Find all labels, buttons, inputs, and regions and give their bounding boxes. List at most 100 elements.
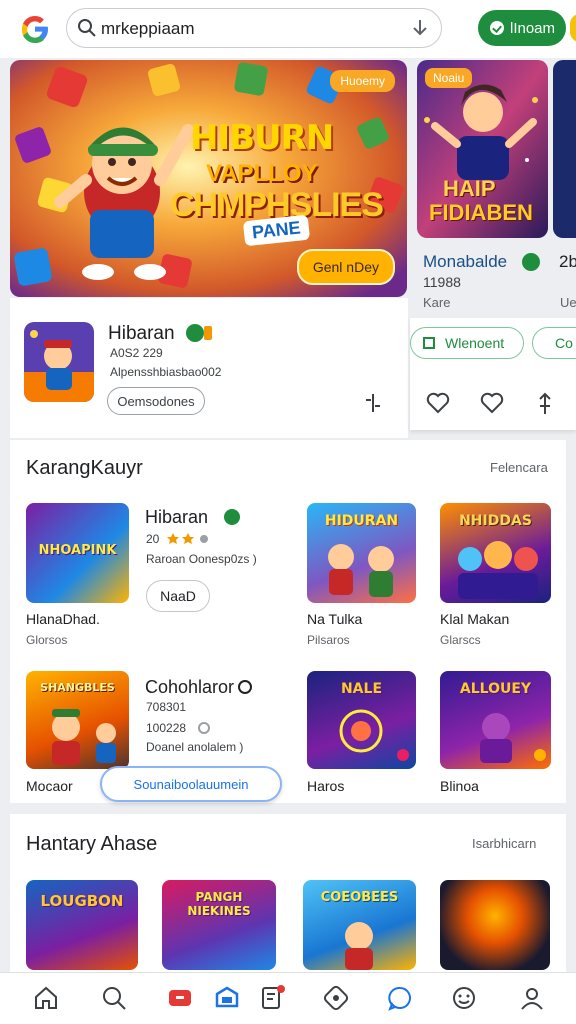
install-icon xyxy=(423,337,435,349)
tile-characters xyxy=(345,922,373,970)
chat-icon[interactable] xyxy=(386,984,414,1012)
side-app-category: Kare xyxy=(423,295,451,310)
next-app-name[interactable]: 2b xyxy=(559,252,576,272)
list-app-developer: Doanel anolalem ) xyxy=(146,740,244,754)
list-app-rating: 20 xyxy=(146,532,160,546)
section-title: Hantary Ahase xyxy=(26,833,158,855)
verified-icon xyxy=(522,253,540,271)
tile-name[interactable]: Mocaor xyxy=(26,778,73,794)
tile-art-text: HIDURAN xyxy=(324,513,399,529)
share-icon[interactable] xyxy=(363,392,383,414)
section-see-more[interactable]: Felencara xyxy=(490,460,548,475)
search-icon xyxy=(78,19,96,37)
list-app-meta: 708301 xyxy=(146,700,187,714)
app-tile[interactable]: SHANGBLES xyxy=(26,671,129,769)
tile-name[interactable]: Klal Makan xyxy=(440,611,509,627)
app-tile[interactable]: HIDURAN xyxy=(307,503,416,603)
verified-icon xyxy=(224,509,240,525)
hero-tag: Huoemy xyxy=(330,70,395,92)
side-banner[interactable]: Noaiu HAIP FIDIABEN xyxy=(417,60,548,238)
tile-characters xyxy=(458,541,538,599)
info-icon xyxy=(198,722,210,734)
tile-name[interactable]: HlanaDhad. xyxy=(26,611,100,627)
section-see-more[interactable]: Isarbhicarn xyxy=(472,836,536,851)
hero-title-line2: VAPLLOY xyxy=(206,160,318,187)
featured-app-name[interactable]: Hibaran xyxy=(108,323,175,345)
tile-art-text: LOUGBON xyxy=(40,892,124,910)
tile-art-text: NHOAPINK xyxy=(38,543,117,558)
floating-action-button[interactable]: Sounaiboolauumein xyxy=(100,766,282,802)
app-tile[interactable] xyxy=(440,880,550,970)
search-input[interactable]: mrkeppiaam xyxy=(101,19,195,39)
list-app-name[interactable]: Hibaran xyxy=(145,507,208,528)
tile-art-text: NALE xyxy=(340,681,383,697)
app-tile[interactable]: ALLOUEY xyxy=(440,671,551,769)
tile-characters xyxy=(339,709,409,761)
tile-name[interactable]: Haros xyxy=(307,778,344,794)
next-app-category: Ue xyxy=(560,295,576,310)
app-tile[interactable]: LOUGBON xyxy=(26,880,138,970)
tile-characters xyxy=(52,709,116,765)
app-tile[interactable]: NALE xyxy=(307,671,416,769)
download-icon[interactable] xyxy=(411,18,429,40)
side-app-meta: 11988 xyxy=(423,274,461,290)
account-avatar[interactable] xyxy=(570,14,576,42)
search-icon[interactable] xyxy=(100,984,128,1012)
featured-app-meta: A0S2 229 xyxy=(110,346,163,360)
app-tile[interactable]: COEOBEES xyxy=(303,880,416,970)
rating-icon xyxy=(204,326,212,340)
star-rating-icon xyxy=(167,533,208,544)
app-tile[interactable]: PANGH NIEKINES xyxy=(162,880,276,970)
tile-name[interactable]: Na Tulka xyxy=(307,611,362,627)
verified-icon xyxy=(186,324,204,342)
tile-name[interactable]: Blinoa xyxy=(440,778,479,794)
tile-category: Glorsos xyxy=(26,633,68,647)
install-button-label: Wlenoent xyxy=(445,335,505,351)
side-banner-title-line1: HAIP xyxy=(443,176,496,201)
tile-category: Pilsaros xyxy=(307,633,350,647)
install-top-label: lInoam xyxy=(510,19,556,37)
tile-art-text: COEOBEES xyxy=(320,890,399,905)
install-button-next[interactable]: Co xyxy=(532,327,576,359)
install-button[interactable]: Wlenoent xyxy=(410,327,524,359)
check-icon xyxy=(490,21,504,35)
kids-icon[interactable] xyxy=(450,984,478,1012)
offers-icon[interactable] xyxy=(322,984,350,1012)
featured-app-icon[interactable] xyxy=(24,322,94,402)
tile-characters xyxy=(328,544,394,597)
list-app-chip[interactable]: NaaD xyxy=(146,580,210,612)
list-app-name[interactable]: Cohohlaror xyxy=(145,677,234,698)
tile-category: Glarscs xyxy=(440,633,481,647)
next-banner-edge[interactable] xyxy=(553,60,576,238)
search-bar[interactable]: mrkeppiaam xyxy=(66,8,442,48)
chip-label: NaaD xyxy=(160,588,196,604)
tile-art-text: NHIDDAS xyxy=(459,513,532,529)
tile-art-text: SHANGBLES xyxy=(40,681,115,694)
featured-app-chip[interactable]: Oemsodones xyxy=(107,387,205,415)
list-app-meta: 100228 xyxy=(146,721,187,735)
side-app-name[interactable]: Monabalde xyxy=(423,252,507,272)
section-title: KarangKauyr xyxy=(26,457,143,479)
hero-title-line1: HIBURN xyxy=(190,118,334,158)
google-logo[interactable] xyxy=(18,12,52,46)
wishlist-icon[interactable] xyxy=(426,392,450,414)
side-banner-title-line2: FIDIABEN xyxy=(429,200,533,225)
app-tile[interactable]: NHOAPINK xyxy=(26,503,129,603)
list-app-developer: Raroan Oonesp0zs ) xyxy=(146,552,257,566)
wishlist-icon[interactable] xyxy=(480,392,504,414)
profile-icon[interactable] xyxy=(518,984,546,1012)
apps-icon[interactable] xyxy=(213,984,241,1012)
info-icon xyxy=(238,680,252,694)
games-icon[interactable] xyxy=(166,984,194,1012)
share-icon[interactable] xyxy=(536,392,554,416)
app-tile[interactable]: NHIDDAS xyxy=(440,503,551,603)
featured-app-art xyxy=(24,322,94,402)
bottom-navigation xyxy=(0,972,576,1024)
featured-app-developer: Alpensshbiasbao002 xyxy=(110,365,222,379)
tile-art-text: PANGH NIEKINES xyxy=(187,890,251,918)
books-icon[interactable] xyxy=(258,984,286,1012)
home-icon[interactable] xyxy=(32,984,60,1012)
hero-banner[interactable]: Huoemy HIBURN VAPLLOY CHMPHSLIES PANE Ge… xyxy=(10,60,407,297)
install-top-button[interactable]: lInoam xyxy=(478,10,566,46)
hero-cta-button[interactable]: Genl nDey xyxy=(296,249,395,285)
